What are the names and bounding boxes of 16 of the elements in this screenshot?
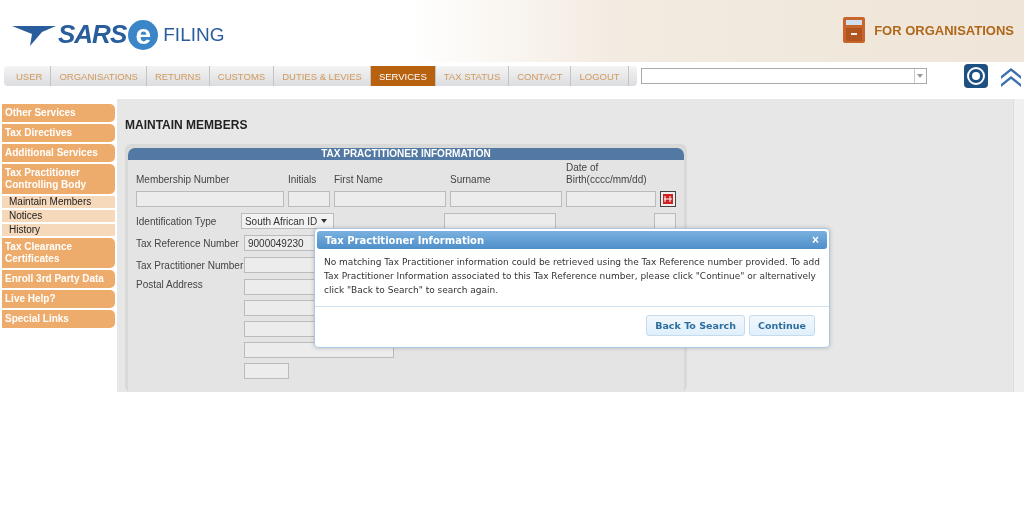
field-label: Initials: [288, 174, 318, 186]
logo-e-letter: e: [128, 19, 159, 50]
dialog-message: No matching Tax Practitioner information could be retrieved using the Tax Reference number provided. To add Tax Practitioner Information associated to this Tax Reference number, please click "Continue" or alternatively click "Back to Search" to search again.: [315, 251, 829, 307]
field-label: Tax Practitioner Number: [136, 259, 244, 271]
logo-brand: SARS: [58, 19, 127, 50]
field-label: Date of Birth(cccc/mm/dd): [566, 162, 648, 186]
field-label: Tax Reference Number: [136, 237, 240, 249]
field-label: Surname: [450, 174, 492, 186]
page-title: MAINTAIN MEMBERS: [125, 118, 249, 132]
organisations-heading: FOR ORGANISATIONS: [874, 22, 1014, 38]
field-label: First Name: [334, 174, 384, 186]
panel-header: TAX PRACTITIONER INFORMATION: [128, 148, 684, 160]
field-label: Membership Number: [136, 174, 231, 186]
dialog-title: Tax Practitioner Information: [325, 234, 485, 246]
field-label: Postal Address: [136, 279, 204, 290]
field-label: Identification Type: [136, 215, 218, 227]
